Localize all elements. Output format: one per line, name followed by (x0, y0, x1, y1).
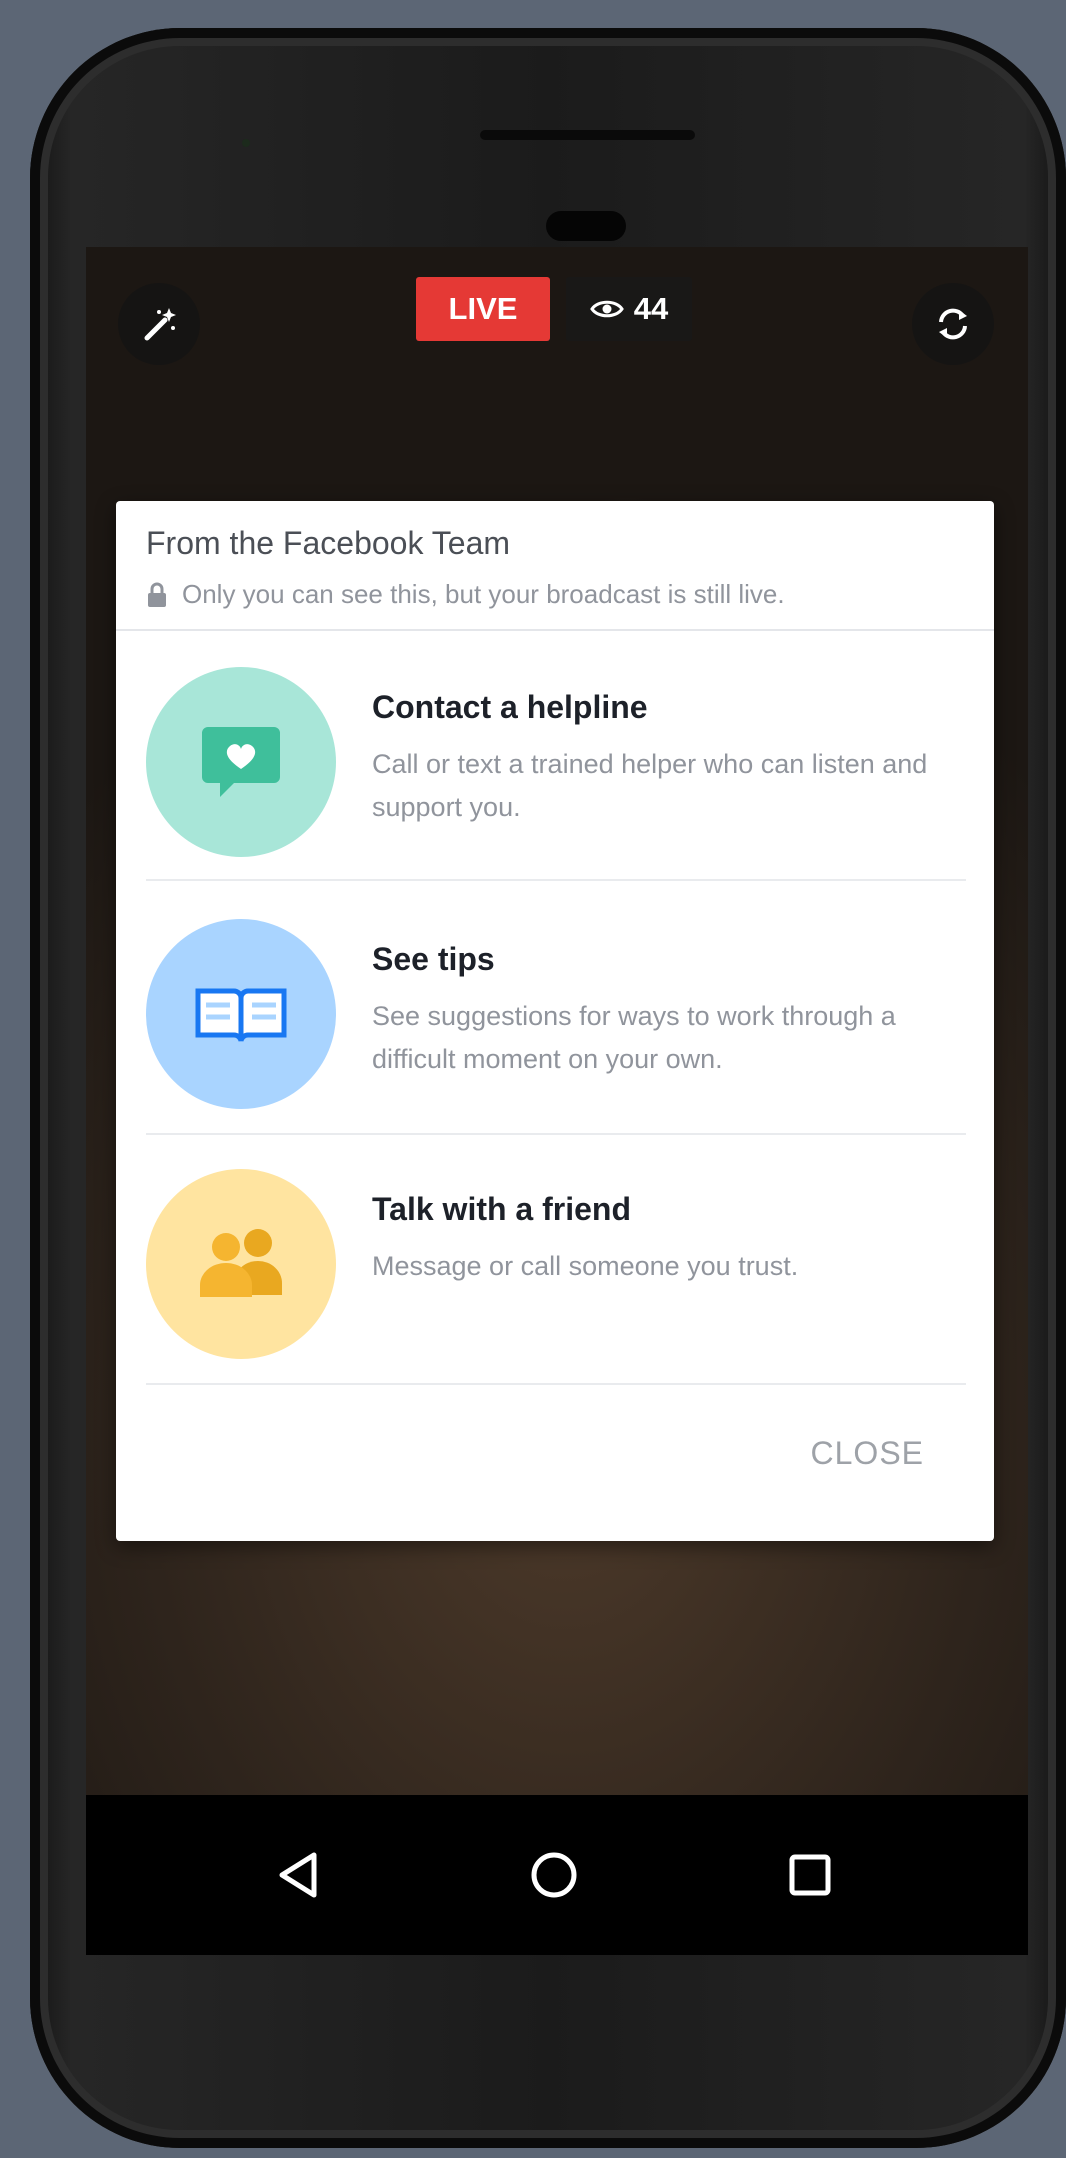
switch-camera-icon (939, 308, 967, 340)
android-nav-bar (86, 1795, 1028, 1955)
viewer-count: 44 (566, 277, 692, 341)
nav-recents-button[interactable] (774, 1839, 846, 1911)
option-title: Contact a helpline (372, 689, 648, 725)
open-book-icon (195, 988, 287, 1042)
back-triangle-icon (279, 1852, 317, 1898)
people-icon (200, 1229, 282, 1297)
recents-square-icon (789, 1854, 831, 1896)
magic-wand-button[interactable] (118, 283, 200, 365)
magic-wand-icon (144, 308, 176, 341)
switch-camera-button[interactable] (912, 283, 994, 365)
live-badge: LIVE (416, 277, 550, 341)
dialog-subtitle-text: Only you can see this, but your broadcas… (182, 579, 785, 609)
viewer-count-value: 44 (633, 291, 669, 326)
dialog-header: From the Facebook Team Only you can see … (116, 501, 994, 631)
option-title: See tips (372, 941, 495, 977)
option-contact-helpline[interactable]: Contact a helpline Call or text a traine… (146, 631, 966, 871)
option-talk-with-friend[interactable]: Talk with a friend Message or call someo… (146, 1133, 966, 1373)
front-camera (546, 211, 626, 241)
nav-back-button[interactable] (262, 1839, 334, 1911)
lock-icon (148, 582, 166, 607)
eye-icon (589, 300, 624, 318)
divider (146, 879, 966, 881)
option-description: See suggestions for ways to work through… (372, 1001, 896, 1074)
earpiece-speaker (480, 130, 695, 140)
proximity-sensor (242, 139, 250, 147)
chat-heart-icon (202, 727, 280, 797)
option-description: Call or text a trained helper who can li… (372, 749, 928, 822)
option-see-tips[interactable]: See tips See suggestions for ways to wor… (146, 883, 966, 1123)
helpline-icon-circle (146, 667, 336, 857)
support-dialog: From the Facebook Team Only you can see … (116, 501, 994, 1541)
dialog-title: From the Facebook Team (146, 525, 511, 561)
option-description: Message or call someone you trust. (372, 1251, 799, 1281)
home-circle-icon (531, 1852, 577, 1898)
option-title: Talk with a friend (372, 1191, 631, 1227)
close-button[interactable]: CLOSE (811, 1435, 924, 1472)
divider (146, 1383, 966, 1385)
tips-icon-circle (146, 919, 336, 1109)
dialog-subtitle: Only you can see this, but your broadcas… (146, 579, 785, 610)
friend-icon-circle (146, 1169, 336, 1359)
live-video-screen: LIVE 44 From the Facebook Team Only you … (86, 247, 1028, 1795)
nav-home-button[interactable] (518, 1839, 590, 1911)
